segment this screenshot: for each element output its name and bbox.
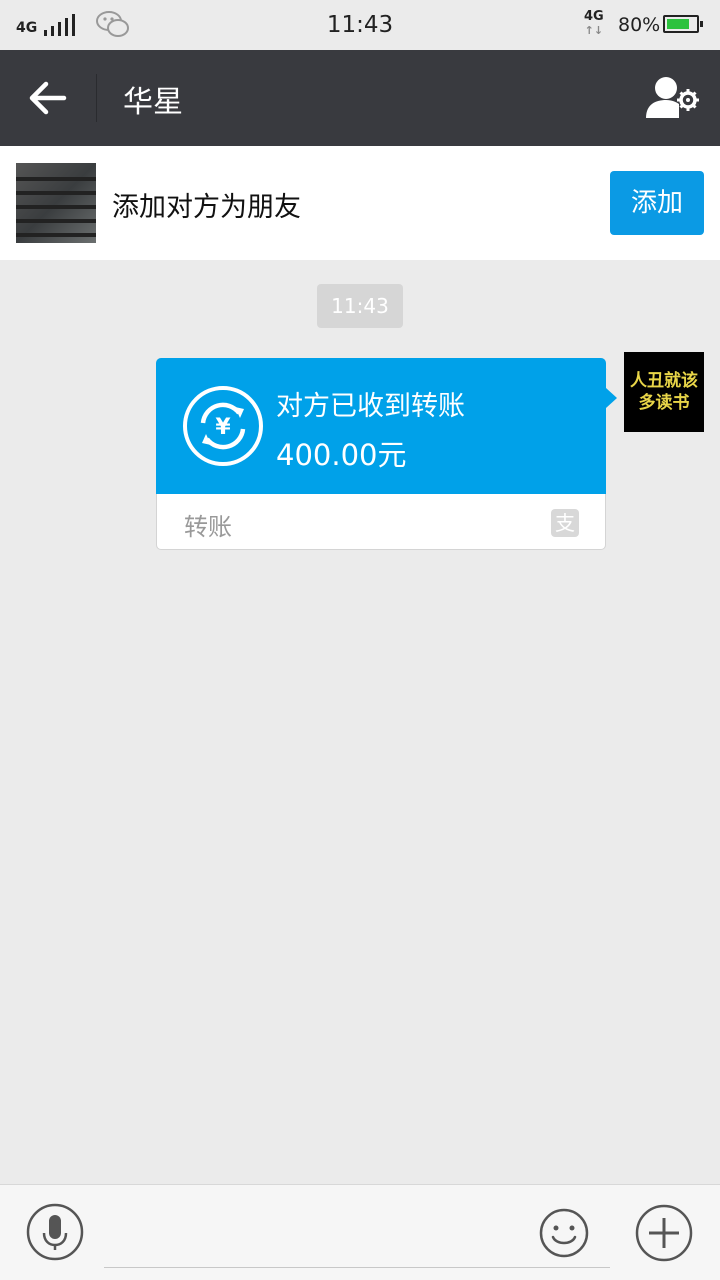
battery-cap xyxy=(700,21,703,27)
data-network-label: 4G xyxy=(584,9,604,24)
bubble-tail xyxy=(606,388,617,408)
battery-fill xyxy=(667,19,689,29)
battery-icon xyxy=(663,15,703,33)
transfer-label: 转账 xyxy=(184,513,232,541)
avatar-text-line: 人丑就该 xyxy=(630,371,698,391)
transfer-amount: 400.00元 xyxy=(276,438,407,472)
self-avatar[interactable]: 人丑就该 多读书 xyxy=(624,352,704,432)
battery-percentage: 80% xyxy=(618,14,661,36)
tire-tread xyxy=(16,233,96,237)
message-timestamp: 11:43 xyxy=(317,284,403,328)
data-arrows-icon: ↑↓ xyxy=(584,24,604,37)
microphone-icon[interactable] xyxy=(26,1203,84,1261)
chat-title: 华星 xyxy=(123,85,183,120)
tire-tread xyxy=(16,191,96,195)
clock: 11:43 xyxy=(326,12,394,38)
smiley-icon[interactable] xyxy=(538,1207,590,1259)
add-friend-button[interactable]: 添加 xyxy=(610,171,704,235)
status-bar: 4G 11:43 4G ↑↓ 80% xyxy=(0,0,720,50)
chat-header: 华星 xyxy=(0,50,720,146)
avatar-text-line: 多读书 xyxy=(638,393,690,413)
arrow-left-icon[interactable] xyxy=(26,80,70,116)
svg-text:¥: ¥ xyxy=(215,415,231,440)
message-input-bar xyxy=(0,1184,720,1280)
data-network-indicator: 4G ↑↓ xyxy=(584,10,604,38)
header-divider xyxy=(96,74,97,122)
add-friend-text: 添加对方为朋友 xyxy=(112,192,301,223)
tire-tread xyxy=(16,219,96,223)
tire-tread xyxy=(16,177,96,181)
contact-avatar[interactable] xyxy=(16,163,96,243)
transfer-card-header: ¥ 对方已收到转账 400.00元 xyxy=(156,358,606,494)
transfer-message-card[interactable]: ¥ 对方已收到转账 400.00元 转账 支 xyxy=(156,358,606,550)
tire-tread xyxy=(16,205,96,209)
alipay-icon: 支 xyxy=(551,509,579,537)
message-input[interactable] xyxy=(104,1205,610,1268)
add-friend-banner: 添加对方为朋友 添加 xyxy=(0,146,720,260)
transfer-status: 对方已收到转账 xyxy=(276,391,465,422)
user-settings-icon[interactable] xyxy=(644,74,700,124)
currency-exchange-icon: ¥ xyxy=(183,386,263,466)
plus-icon[interactable] xyxy=(634,1203,694,1263)
